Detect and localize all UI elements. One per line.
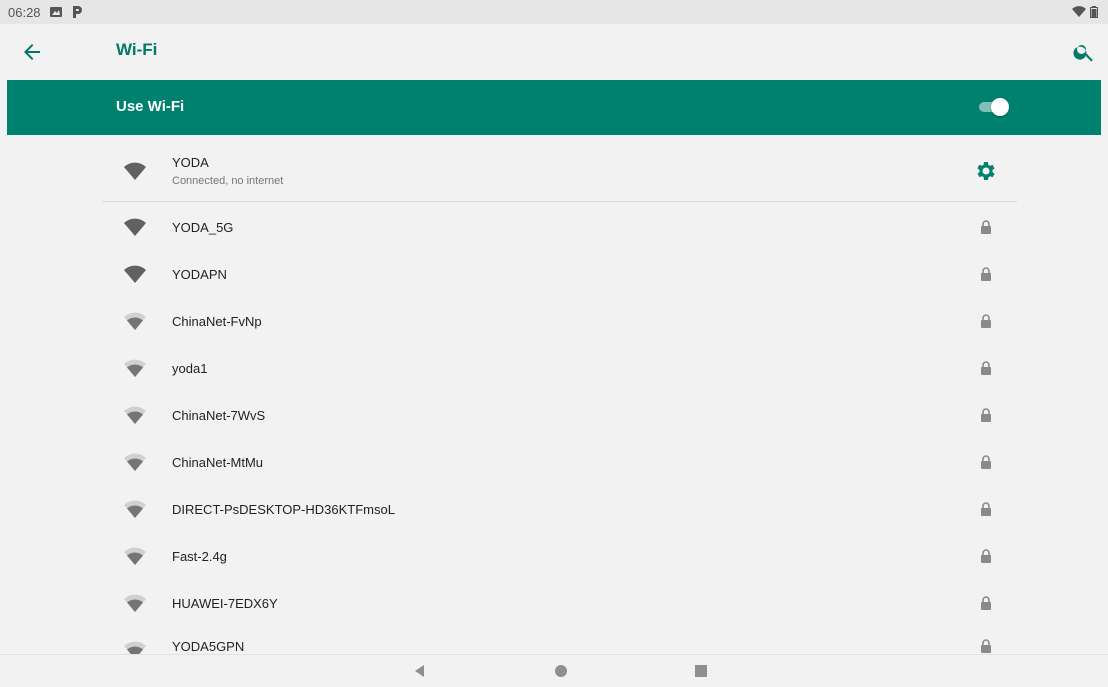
lock-icon (981, 267, 991, 281)
wifi-signal-full-icon (124, 218, 146, 236)
connected-network-row[interactable]: YODA Connected, no internet (0, 143, 1108, 199)
network-row[interactable]: YODA_5G (0, 204, 1108, 251)
wifi-signal-medium-icon (124, 359, 146, 377)
network-row[interactable]: Fast-2.4g (0, 533, 1108, 580)
wifi-signal-medium-icon (124, 547, 146, 565)
network-ssid: YODAPN (172, 267, 227, 282)
wifi-signal-medium-icon (124, 641, 146, 654)
network-ssid: yoda1 (172, 361, 208, 376)
network-ssid: HUAWEI-7EDX6Y (172, 596, 278, 611)
network-row[interactable]: yoda1 (0, 345, 1108, 392)
navigation-bar (0, 654, 1108, 687)
lock-icon (981, 408, 991, 422)
network-ssid: ChinaNet-MtMu (172, 455, 264, 470)
status-time: 06:28 (8, 4, 41, 20)
wifi-status-icon (1072, 5, 1086, 23)
p-notification-icon (71, 5, 83, 19)
arrow-back-icon (24, 44, 40, 60)
network-settings-button[interactable] (974, 159, 998, 183)
wifi-toggle[interactable] (977, 98, 1009, 116)
wifi-signal-medium-icon (124, 406, 146, 424)
network-row[interactable]: HUAWEI-7EDX6Y (0, 580, 1108, 627)
network-row[interactable]: ChinaNet-7WvS (0, 392, 1108, 439)
network-row[interactable]: DIRECT-PsDESKTOP-HD36KTFmsoL (0, 486, 1108, 533)
toggle-thumb (991, 98, 1009, 116)
network-ssid: Fast-2.4g (172, 549, 227, 564)
image-notification-icon (49, 5, 63, 19)
gear-icon (977, 162, 995, 180)
home-circle-icon (555, 665, 567, 677)
lock-icon (981, 549, 991, 563)
page-title: Wi-Fi (116, 40, 158, 59)
battery-icon (1090, 5, 1098, 23)
lock-icon (981, 639, 991, 653)
network-row[interactable]: ChinaNet-MtMu (0, 439, 1108, 486)
nav-recents-button[interactable] (693, 663, 709, 679)
search-icon (1073, 45, 1093, 62)
network-ssid: YODA (172, 155, 209, 170)
wifi-signal-full-icon (124, 162, 146, 180)
lock-icon (981, 596, 991, 610)
network-row[interactable]: YODAPN (0, 251, 1108, 298)
back-triangle-icon (415, 665, 424, 677)
wifi-signal-medium-icon (124, 594, 146, 612)
app-bar: Wi-Fi (0, 24, 1108, 80)
lock-icon (981, 220, 991, 234)
list-divider (102, 201, 1017, 202)
use-wifi-bar[interactable]: Use Wi-Fi (7, 80, 1101, 135)
network-ssid: YODA_5G (172, 220, 234, 235)
network-ssid: DIRECT-PsDESKTOP-HD36KTFmsoL (172, 502, 395, 517)
network-ssid: ChinaNet-FvNp (172, 314, 262, 329)
network-ssid: ChinaNet-7WvS (172, 408, 266, 423)
use-wifi-label: Use Wi-Fi (116, 98, 185, 115)
lock-icon (981, 314, 991, 328)
network-status: Connected, no internet (172, 175, 284, 187)
nav-home-button[interactable] (553, 663, 569, 679)
back-button[interactable] (20, 40, 44, 64)
search-button[interactable] (1072, 40, 1096, 64)
recents-square-icon (695, 665, 707, 677)
network-row[interactable]: YODA5GPN (0, 627, 1108, 654)
status-right-icons (1072, 5, 1098, 23)
wifi-signal-medium-icon (124, 453, 146, 471)
lock-icon (981, 502, 991, 516)
lock-icon (981, 455, 991, 469)
nav-back-button[interactable] (412, 663, 428, 679)
wifi-signal-medium-icon (124, 500, 146, 518)
status-bar: 06:28 (0, 0, 1108, 24)
wifi-signal-medium-icon (124, 312, 146, 330)
lock-icon (981, 361, 991, 375)
network-row[interactable]: ChinaNet-FvNp (0, 298, 1108, 345)
wifi-signal-full-icon (124, 265, 146, 283)
network-ssid: YODA5GPN (172, 639, 245, 654)
